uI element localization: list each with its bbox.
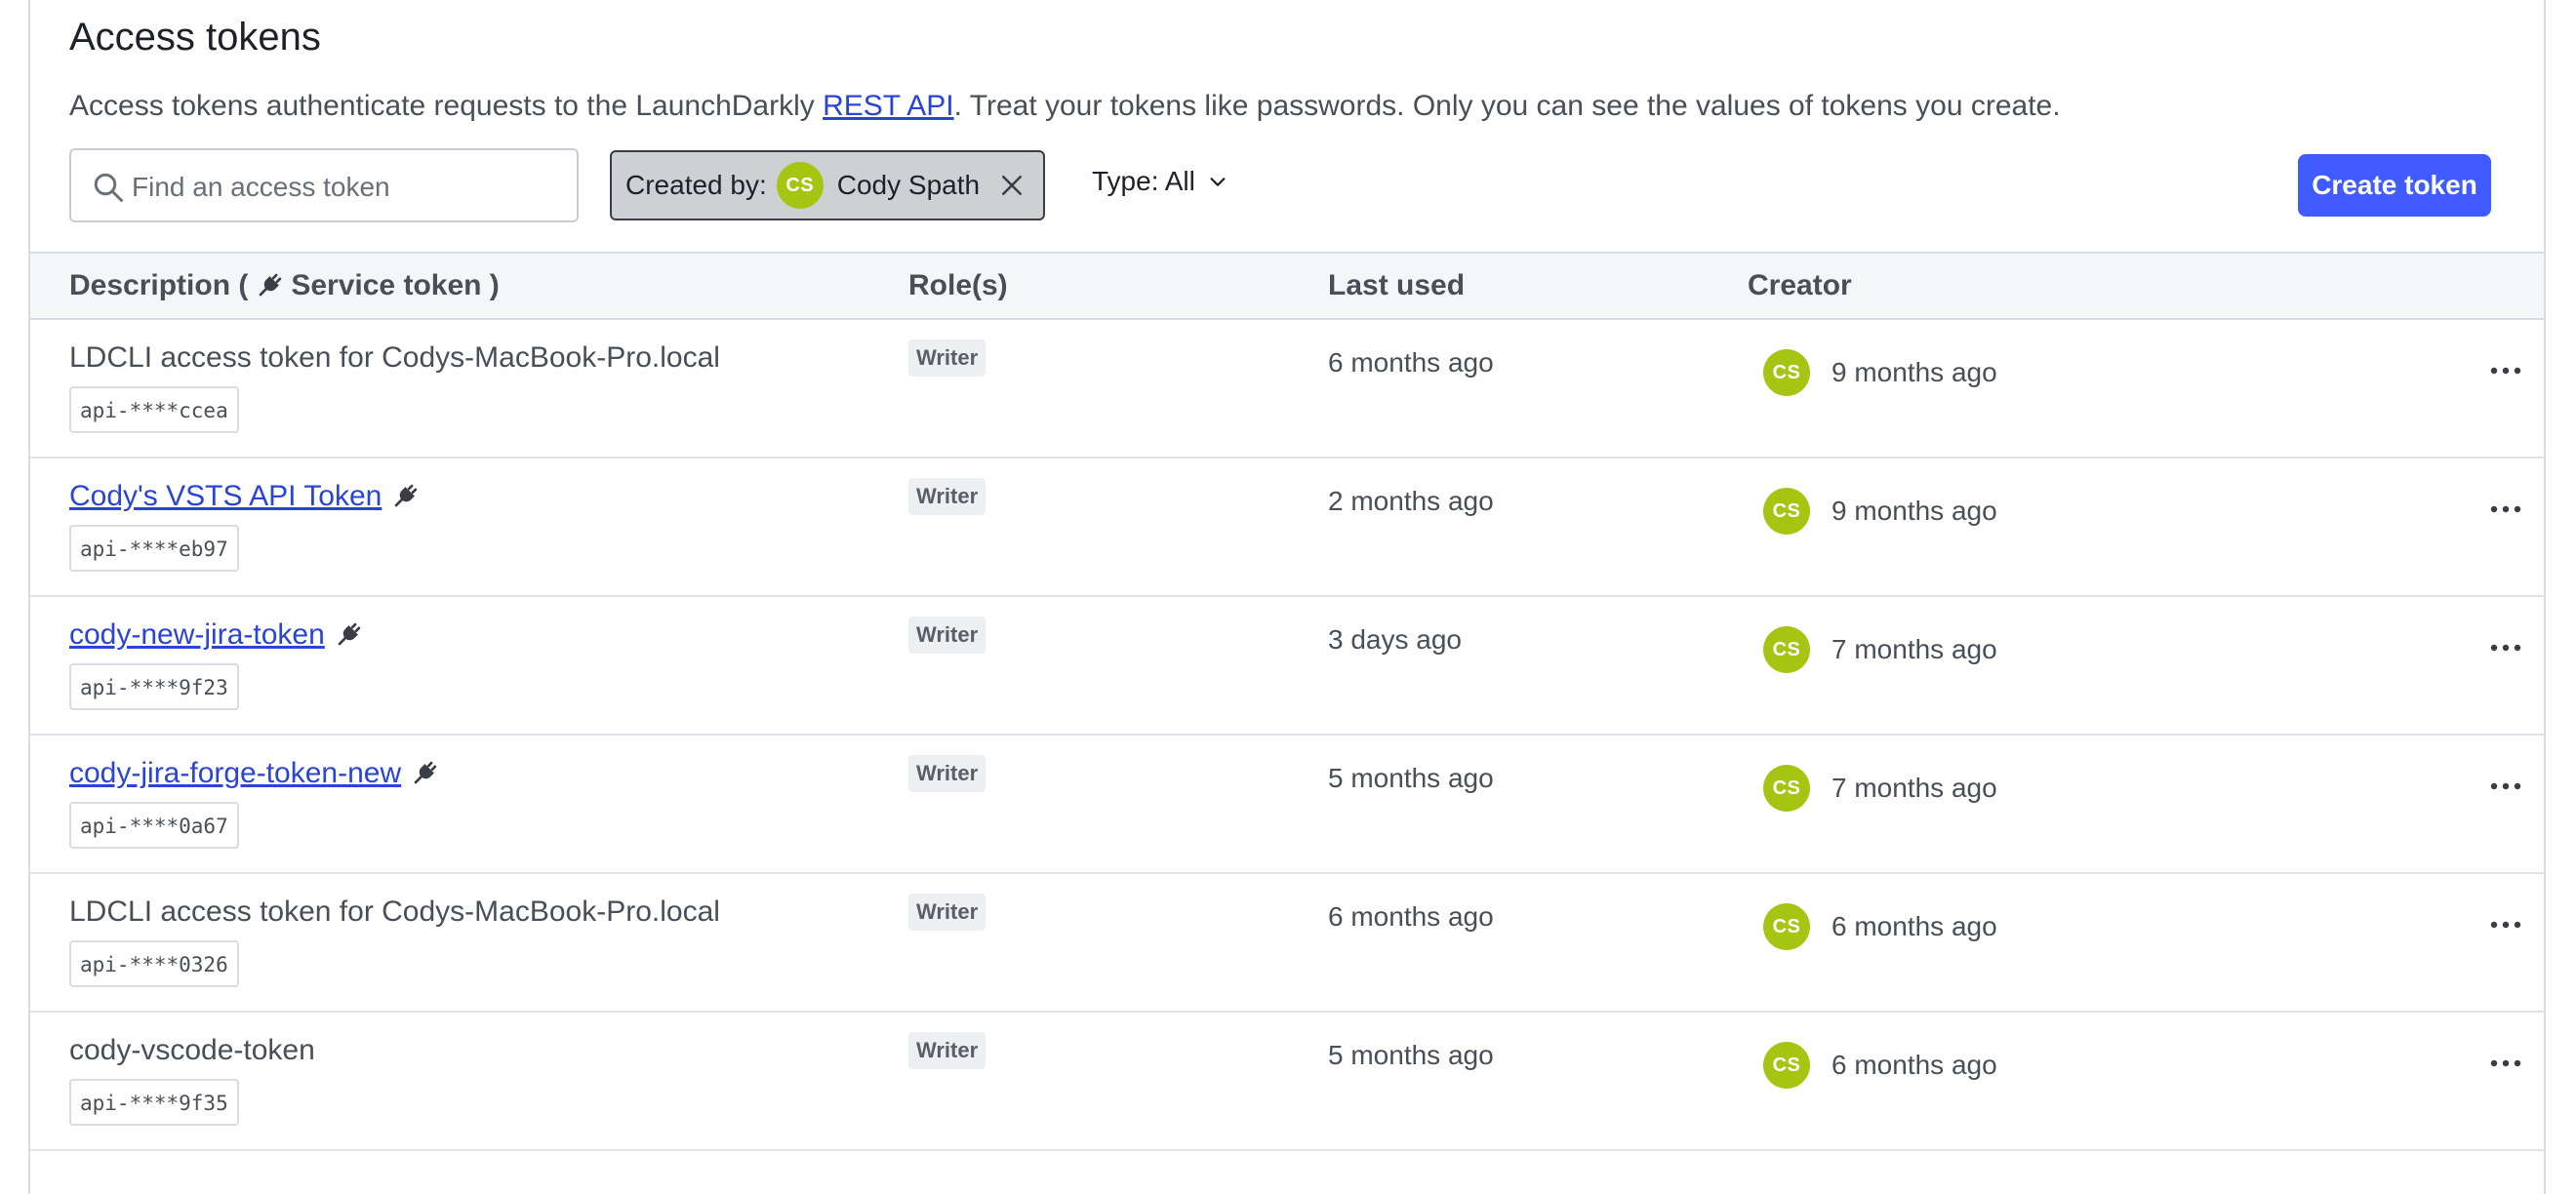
- created-time: 7 months ago: [1831, 634, 1997, 664]
- plug-icon: [338, 622, 361, 646]
- token-description: LDCLI access token for Codys-MacBook-Pro…: [69, 341, 720, 375]
- avatar: CS: [1763, 349, 1810, 396]
- token-key: api-****9f23: [69, 663, 239, 710]
- avatar: CS: [1763, 903, 1810, 950]
- creator-cell: CS 6 months ago: [1763, 903, 1997, 950]
- page-title: Access tokens: [69, 16, 321, 59]
- table-header: Description ( Service token ) Role(s) La…: [30, 252, 2544, 320]
- created-time: 9 months ago: [1831, 496, 1997, 526]
- avatar: CS: [1763, 1042, 1810, 1089]
- create-token-button[interactable]: Create token: [2298, 154, 2491, 217]
- token-key: api-****ccea: [69, 386, 239, 433]
- close-icon[interactable]: [997, 171, 1026, 200]
- last-used: 5 months ago: [1328, 1040, 1494, 1070]
- token-key: api-****9f35: [69, 1079, 239, 1126]
- more-options-icon[interactable]: [2489, 642, 2522, 654]
- token-name-link[interactable]: Cody's VSTS API Token: [69, 480, 382, 513]
- created-time: 6 months ago: [1831, 1050, 1997, 1080]
- created-by-label: Created by:: [625, 170, 767, 200]
- avatar: CS: [1763, 626, 1810, 673]
- table-row: cody-new-jira-token api-****9f23 Writer 3 d…: [30, 597, 2544, 736]
- more-options-icon[interactable]: [2489, 503, 2522, 515]
- avatar: CS: [1763, 488, 1810, 535]
- description-header-suffix: Service token ): [291, 269, 500, 301]
- created-time: 6 months ago: [1831, 911, 1997, 941]
- chevron-down-icon: [1210, 178, 1226, 186]
- table-row: Cody's VSTS API Token api-****eb97 Writer 2…: [30, 458, 2544, 597]
- table-row: cody-jira-forge-token-new api-****0a67 Wri…: [30, 736, 2544, 874]
- role-badge: Writer: [908, 1032, 986, 1069]
- token-description: Cody's VSTS API Token: [69, 480, 421, 513]
- column-header-last-used[interactable]: Last used: [1328, 269, 1465, 302]
- token-key: api-****0a67: [69, 802, 239, 849]
- table-row: LDCLI access token for Codys-MacBook-Pro…: [30, 874, 2544, 1013]
- plug-icon: [394, 484, 418, 507]
- search-icon: [94, 173, 123, 202]
- more-options-icon[interactable]: [2489, 1057, 2522, 1069]
- created-time: 7 months ago: [1831, 773, 1997, 803]
- search-box[interactable]: [69, 148, 579, 222]
- plug-icon: [259, 273, 282, 297]
- token-name: LDCLI access token for Codys-MacBook-Pro…: [69, 341, 720, 374]
- creator-cell: CS 7 months ago: [1763, 626, 1997, 673]
- token-description: LDCLI access token for Codys-MacBook-Pro…: [69, 896, 720, 929]
- token-name-link[interactable]: cody-new-jira-token: [69, 618, 325, 652]
- avatar: CS: [1763, 765, 1810, 812]
- token-key: api-****eb97: [69, 525, 239, 572]
- role-badge: Writer: [908, 894, 986, 931]
- more-options-icon[interactable]: [2489, 365, 2522, 377]
- page-description: Access tokens authenticate requests to t…: [69, 90, 2061, 123]
- last-used: 5 months ago: [1328, 763, 1494, 793]
- table-row: cody-vscode-token api-****9f35 Writer 5 mon…: [30, 1013, 2544, 1151]
- description-text-end: . Treat your tokens like passwords. Only…: [953, 90, 2061, 122]
- column-header-creator[interactable]: Creator: [1748, 269, 1852, 302]
- plug-icon: [414, 761, 437, 784]
- role-badge: Writer: [908, 339, 986, 377]
- avatar: CS: [776, 162, 824, 209]
- last-used: 2 months ago: [1328, 486, 1494, 516]
- creator-cell: CS 7 months ago: [1763, 765, 1997, 812]
- role-badge: Writer: [908, 478, 986, 515]
- created-by-filter-chip[interactable]: Created by: CS Cody Spath: [610, 150, 1045, 220]
- column-header-description[interactable]: Description ( Service token ): [69, 269, 500, 302]
- role-badge: Writer: [908, 755, 986, 792]
- token-description: cody-jira-forge-token-new: [69, 757, 440, 790]
- more-options-icon[interactable]: [2489, 919, 2522, 931]
- last-used: 3 days ago: [1328, 624, 1462, 655]
- token-name: LDCLI access token for Codys-MacBook-Pro…: [69, 896, 720, 928]
- token-description: cody-new-jira-token: [69, 618, 364, 652]
- type-filter-label: Type: All: [1092, 166, 1195, 196]
- token-description: cody-vscode-token: [69, 1034, 315, 1067]
- search-input[interactable]: [130, 162, 563, 213]
- role-badge: Writer: [908, 617, 986, 654]
- more-options-icon[interactable]: [2489, 780, 2522, 792]
- creator-cell: CS 9 months ago: [1763, 488, 1997, 535]
- token-name: cody-vscode-token: [69, 1034, 315, 1066]
- description-text-start: Access tokens authenticate requests to t…: [69, 90, 824, 122]
- token-name-link[interactable]: cody-jira-forge-token-new: [69, 757, 401, 790]
- access-tokens-panel: Access tokens Access tokens authenticate…: [28, 0, 2546, 1194]
- token-key: api-****0326: [69, 940, 239, 987]
- table-row: LDCLI access token for Codys-MacBook-Pro…: [30, 320, 2544, 458]
- type-filter-dropdown[interactable]: Type: All: [1092, 166, 1228, 197]
- created-by-name: Cody Spath: [836, 170, 981, 200]
- last-used: 6 months ago: [1328, 901, 1494, 932]
- column-header-roles[interactable]: Role(s): [908, 269, 1008, 302]
- description-header-prefix: Description (: [69, 269, 249, 301]
- creator-cell: CS 9 months ago: [1763, 349, 1997, 396]
- last-used: 6 months ago: [1328, 347, 1494, 378]
- created-time: 9 months ago: [1831, 357, 1997, 387]
- creator-cell: CS 6 months ago: [1763, 1042, 1997, 1089]
- rest-api-link[interactable]: REST API: [823, 90, 954, 122]
